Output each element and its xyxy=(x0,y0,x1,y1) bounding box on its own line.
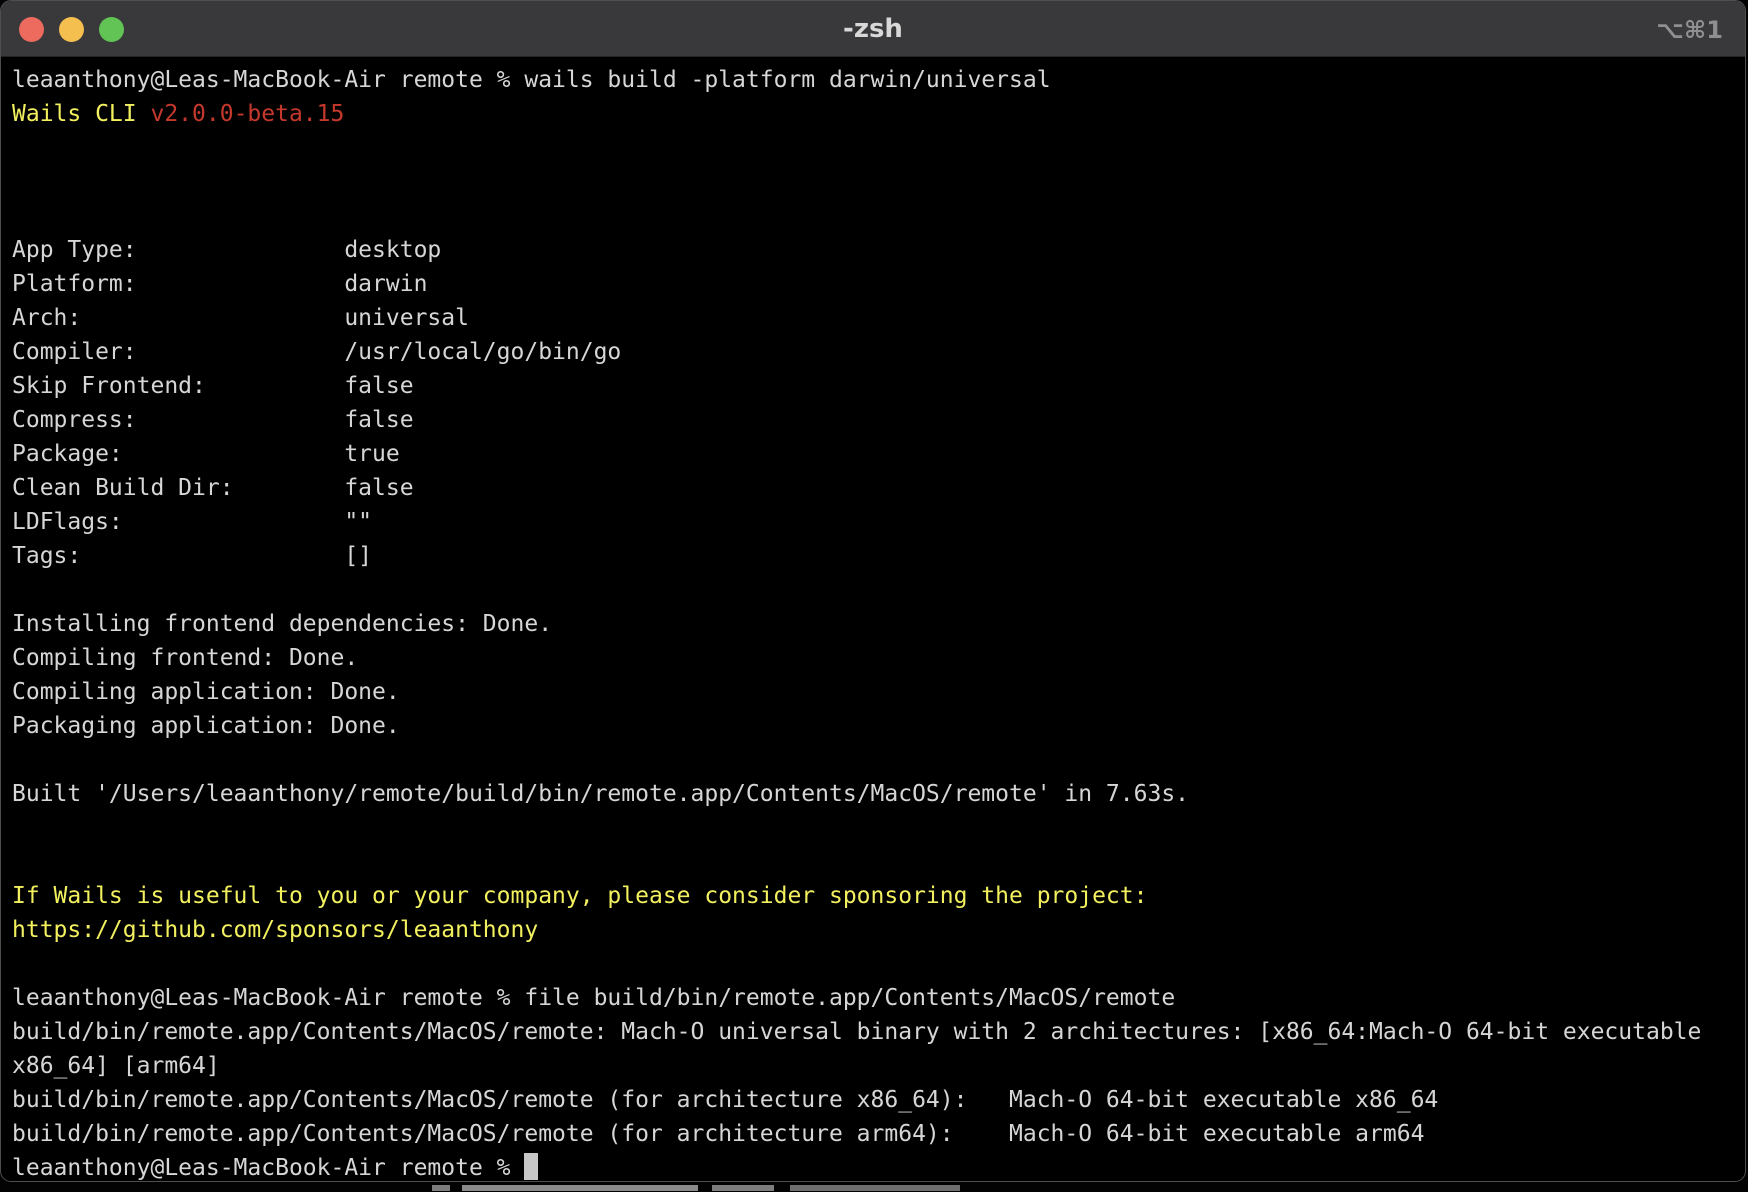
window-title: -zsh xyxy=(1,1,1745,57)
terminal-text: leaanthony@Leas-MacBook-Air remote % xyxy=(12,1155,524,1181)
config-label: Platform: xyxy=(12,267,344,301)
config-label: Skip Frontend: xyxy=(12,369,344,403)
terminal-text: build/bin/remote.app/Contents/MacOS/remo… xyxy=(12,1019,1701,1045)
titlebar[interactable]: -zsh ⌥⌘1 xyxy=(1,1,1745,57)
background-window-sliver xyxy=(462,1185,698,1191)
config-label: Package: xyxy=(12,437,344,471)
terminal-text: leaanthony@Leas-MacBook-Air remote % wai… xyxy=(12,67,1051,93)
terminal-text: If Wails is useful to you or your compan… xyxy=(12,883,1147,909)
terminal-line xyxy=(12,131,1745,165)
terminal-line: Compiler:/usr/local/go/bin/go xyxy=(12,335,1745,369)
background-window-sliver xyxy=(712,1185,774,1191)
config-value: false xyxy=(344,373,413,399)
terminal-line: Arch:universal xyxy=(12,301,1745,335)
terminal-line: Built '/Users/leaanthony/remote/build/bi… xyxy=(12,777,1745,811)
terminal-text: build/bin/remote.app/Contents/MacOS/remo… xyxy=(12,1121,1424,1147)
config-label: App Type: xyxy=(12,233,344,267)
terminal-text: Compiling frontend: Done. xyxy=(12,645,358,671)
config-label: Tags: xyxy=(12,539,344,573)
terminal-text: Installing frontend dependencies: Done. xyxy=(12,611,552,637)
terminal-line xyxy=(12,199,1745,233)
terminal-line: Tags:[] xyxy=(12,539,1745,573)
config-value: false xyxy=(344,475,413,501)
terminal-line: Skip Frontend:false xyxy=(12,369,1745,403)
terminal-line: leaanthony@Leas-MacBook-Air remote % wai… xyxy=(12,63,1745,97)
config-value: false xyxy=(344,407,413,433)
config-label: Compress: xyxy=(12,403,344,437)
terminal-text: Compiling application: Done. xyxy=(12,679,400,705)
terminal-line xyxy=(12,947,1745,981)
config-value: desktop xyxy=(344,237,441,263)
terminal-line: leaanthony@Leas-MacBook-Air remote % xyxy=(12,1151,1745,1182)
terminal-line: App Type:desktop xyxy=(12,233,1745,267)
terminal-line xyxy=(12,573,1745,607)
terminal-line: build/bin/remote.app/Contents/MacOS/remo… xyxy=(12,1015,1745,1049)
config-value: universal xyxy=(344,305,469,331)
terminal-text: v2.0.0-beta.15 xyxy=(150,101,344,127)
terminal-text: build/bin/remote.app/Contents/MacOS/remo… xyxy=(12,1087,1438,1113)
config-value: "" xyxy=(344,509,372,535)
terminal-text: Built '/Users/leaanthony/remote/build/bi… xyxy=(12,781,1189,807)
terminal-line xyxy=(12,165,1745,199)
background-window-sliver xyxy=(790,1185,960,1191)
terminal-line: Wails CLI v2.0.0-beta.15 xyxy=(12,97,1745,131)
terminal-window: -zsh ⌥⌘1 leaanthony@Leas-MacBook-Air rem… xyxy=(0,0,1746,1182)
terminal-line: LDFlags:"" xyxy=(12,505,1745,539)
tab-shortcut-badge: ⌥⌘1 xyxy=(1656,1,1723,57)
config-value: [] xyxy=(344,543,372,569)
terminal-line: Package:true xyxy=(12,437,1745,471)
config-value: true xyxy=(344,441,399,467)
terminal-line: Clean Build Dir:false xyxy=(12,471,1745,505)
config-label: Clean Build Dir: xyxy=(12,471,344,505)
background-window-sliver xyxy=(432,1185,450,1191)
terminal-text: Packaging application: Done. xyxy=(12,713,400,739)
terminal-line: x86_64] [arm64] xyxy=(12,1049,1745,1083)
config-label: LDFlags: xyxy=(12,505,344,539)
terminal-line: Compiling application: Done. xyxy=(12,675,1745,709)
terminal-line xyxy=(12,743,1745,777)
terminal-line xyxy=(12,811,1745,845)
terminal-text: https://github.com/sponsors/leaanthony xyxy=(12,917,538,943)
config-value: /usr/local/go/bin/go xyxy=(344,339,621,365)
terminal-line: Installing frontend dependencies: Done. xyxy=(12,607,1745,641)
config-label: Compiler: xyxy=(12,335,344,369)
terminal-line: build/bin/remote.app/Contents/MacOS/remo… xyxy=(12,1083,1745,1117)
config-value: darwin xyxy=(344,271,427,297)
terminal-line: Compress:false xyxy=(12,403,1745,437)
terminal-cursor xyxy=(524,1153,538,1180)
config-label: Arch: xyxy=(12,301,344,335)
terminal-text: leaanthony@Leas-MacBook-Air remote % fil… xyxy=(12,985,1175,1011)
terminal-line: build/bin/remote.app/Contents/MacOS/remo… xyxy=(12,1117,1745,1151)
terminal-line: If Wails is useful to you or your compan… xyxy=(12,879,1745,913)
terminal-line: leaanthony@Leas-MacBook-Air remote % fil… xyxy=(12,981,1745,1015)
terminal-line: https://github.com/sponsors/leaanthony xyxy=(12,913,1745,947)
terminal-text: Wails CLI xyxy=(12,101,150,127)
terminal-line: Compiling frontend: Done. xyxy=(12,641,1745,675)
terminal-line: Platform:darwin xyxy=(12,267,1745,301)
terminal-text: x86_64] [arm64] xyxy=(12,1053,220,1079)
terminal-line xyxy=(12,845,1745,879)
terminal-output[interactable]: leaanthony@Leas-MacBook-Air remote % wai… xyxy=(1,57,1745,1182)
terminal-line: Packaging application: Done. xyxy=(12,709,1745,743)
